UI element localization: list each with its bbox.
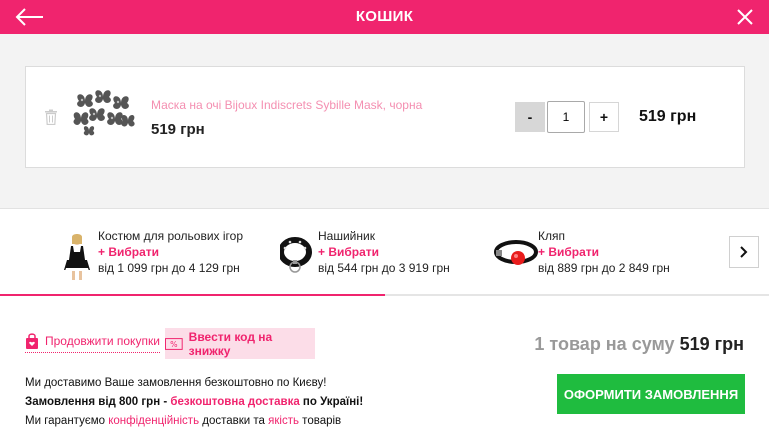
product-name-link[interactable]: Маска на очі Bijoux Indiscrets Sybille M…: [151, 98, 422, 112]
summary-prefix: 1 товар на суму: [534, 334, 675, 354]
close-icon: [737, 9, 753, 25]
order-summary: 1 товар на суму 519 грн: [534, 334, 744, 355]
price-range: від 544 грн до 3 919 грн: [318, 261, 450, 275]
cart-header: КОШИК: [0, 0, 769, 34]
info-guarantee: Ми гарантуємо конфіденційність доставки …: [25, 415, 342, 427]
info-kyiv-delivery: Ми доставимо Ваше замовлення безкоштовно…: [25, 377, 327, 389]
continue-shopping-label: Продовжити покупки: [45, 333, 160, 348]
cart-item: Маска на очі Bijoux Indiscrets Sybille M…: [25, 66, 745, 168]
promo-code-label: Ввести код на знижку: [188, 329, 273, 358]
trash-icon[interactable]: [44, 109, 58, 125]
choose-button[interactable]: + Вибрати: [538, 244, 670, 260]
collar-thumbnail[interactable]: [280, 232, 318, 280]
price-range: від 1 099 грн до 4 129 грн: [98, 261, 240, 275]
summary-amount: 519 грн: [679, 334, 744, 354]
quantity-decrease-button[interactable]: -: [515, 102, 545, 132]
close-button[interactable]: [735, 7, 755, 27]
quantity-input[interactable]: [547, 101, 585, 133]
info-free-delivery: Замовлення від 800 грн - безкоштовна дос…: [25, 396, 364, 408]
checkout-button[interactable]: ОФОРМИТИ ЗАМОВЛЕННЯ: [557, 374, 745, 414]
promo-code-button[interactable]: % Ввести код на знижку: [165, 328, 315, 359]
item-total-price: 519 грн: [639, 108, 697, 125]
product-price: 519 грн: [151, 121, 205, 138]
svg-text:%: %: [170, 339, 178, 348]
discount-icon: %: [165, 337, 183, 350]
confidentiality-link[interactable]: конфіденційність: [108, 415, 199, 427]
recommendation-title[interactable]: Кляп: [538, 228, 670, 244]
shopping-bag-icon: [26, 332, 38, 349]
delivery-info: Ми доставимо Ваше замовлення безкоштовно…: [25, 374, 363, 431]
choose-button[interactable]: + Вибрати: [98, 244, 243, 260]
recommendation-title[interactable]: Костюм для рольових ігор: [98, 228, 243, 244]
recommendation-title[interactable]: Нашийник: [318, 228, 450, 244]
choose-button[interactable]: + Вибрати: [318, 244, 450, 260]
quality-link[interactable]: якість: [268, 415, 299, 427]
recommendations-next-button[interactable]: [729, 236, 759, 268]
continue-shopping-button[interactable]: Продовжити покупки: [25, 331, 160, 353]
cart-area: Маска на очі Bijoux Indiscrets Sybille M…: [0, 34, 769, 209]
recommendations-strip: Костюм для рольових ігор + Вибрати від 1…: [0, 210, 769, 296]
page-title: КОШИК: [355, 8, 414, 25]
cart-footer: Продовжити покупки % Ввести код на знижк…: [0, 296, 769, 439]
costume-thumbnail[interactable]: [60, 232, 98, 280]
price-range: від 889 грн до 2 849 грн: [538, 261, 670, 275]
quantity-increase-button[interactable]: +: [589, 102, 619, 132]
chevron-right-icon: [740, 246, 748, 258]
gag-thumbnail[interactable]: [494, 232, 538, 280]
butterfly-mask-image: [73, 90, 135, 136]
